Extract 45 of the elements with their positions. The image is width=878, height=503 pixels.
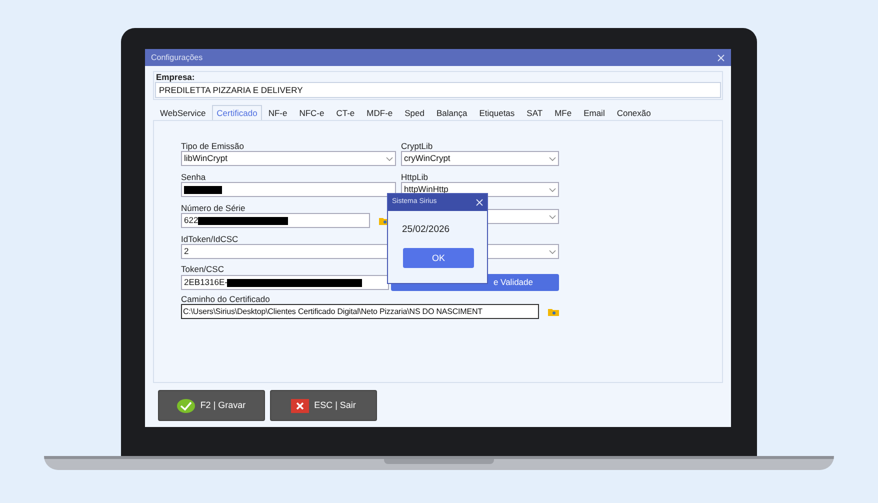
chevron-down-icon: [549, 214, 556, 218]
chevron-down-icon: [549, 188, 556, 192]
tab[interactable]: Balança: [430, 107, 474, 120]
field-label: IdToken/IdCSC: [181, 234, 240, 244]
text-field[interactable]: 2EB1316E-: [181, 275, 389, 290]
close-icon[interactable]: [476, 199, 483, 206]
text-field[interactable]: 622: [181, 213, 370, 228]
window-title: Configurações: [151, 52, 203, 64]
text-field[interactable]: [181, 182, 396, 197]
field-label: Tipo de Emissão: [181, 141, 245, 151]
dialog-message: 25/02/2026: [402, 223, 451, 237]
field-label: CryptLib: [401, 141, 434, 151]
tab[interactable]: MDF-e: [360, 107, 399, 120]
field-label: HttpLib: [401, 172, 429, 182]
save-button[interactable]: F2 | Gravar: [158, 390, 265, 421]
chevron-down-icon: [386, 156, 393, 160]
tab[interactable]: Conexão: [610, 107, 657, 120]
field-label: Número de Série: [181, 203, 246, 213]
exit-button[interactable]: ESC | Sair: [270, 390, 377, 421]
folder-icon[interactable]: [548, 308, 559, 316]
tab[interactable]: Etiquetas: [473, 107, 521, 120]
chevron-down-icon: [549, 250, 556, 254]
field-label: Token/CSC: [181, 264, 225, 274]
tab[interactable]: Email: [578, 107, 611, 120]
redaction-bar: [184, 186, 222, 194]
field-label: Empresa:: [155, 72, 196, 82]
tab[interactable]: WebService: [154, 107, 212, 120]
field-label: Caminho do Certificado: [181, 294, 271, 304]
dropdown-field[interactable]: cryWinCrypt: [401, 151, 559, 166]
path-field[interactable]: C:\Users\Sirius\Desktop\Clientes Certificado Digital\Neto Pizzaria\NS DO NASCIMENT: [181, 304, 539, 319]
tab[interactable]: MFe: [548, 107, 578, 120]
tab[interactable]: Certificado: [212, 105, 262, 120]
tab[interactable]: NFC-e: [293, 107, 330, 120]
ok-button[interactable]: OK: [403, 248, 474, 268]
field-label: Senha: [181, 172, 207, 182]
empresa-field[interactable]: PREDILETTA PIZZARIA E DELIVERY: [155, 82, 721, 98]
tab[interactable]: Sped: [398, 107, 430, 120]
tab[interactable]: SAT: [520, 107, 549, 120]
close-icon: [291, 398, 310, 412]
checkmark-icon: [177, 398, 196, 412]
close-icon[interactable]: [717, 54, 725, 62]
chevron-down-icon: [549, 156, 556, 160]
dropdown-field[interactable]: libWinCrypt: [181, 151, 396, 166]
tab[interactable]: CT-e: [330, 107, 361, 120]
tab[interactable]: NF-e: [262, 107, 294, 120]
